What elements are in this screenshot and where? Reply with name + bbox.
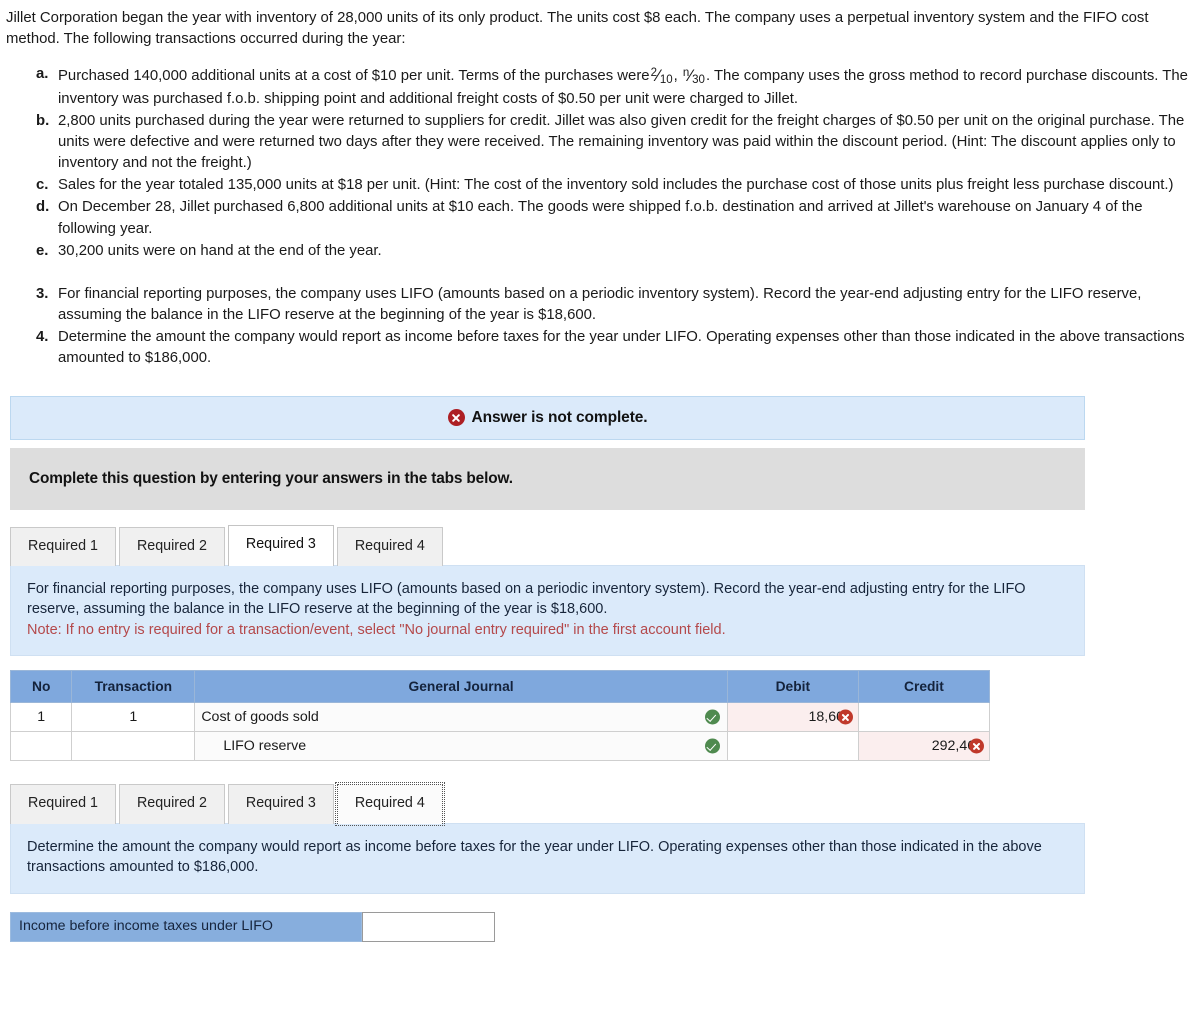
tab-required-2-bottom[interactable]: Required 2 bbox=[118, 784, 225, 824]
tab-label: Required 3 bbox=[245, 795, 316, 812]
cell-transaction bbox=[71, 731, 196, 762]
check-circle-icon bbox=[704, 738, 720, 754]
check-circle-icon bbox=[704, 709, 720, 725]
tab-required-3[interactable]: Required 3 bbox=[227, 524, 334, 566]
tab-required-1-bottom[interactable]: Required 1 bbox=[10, 784, 116, 824]
requirement-text-3: For financial reporting purposes, the co… bbox=[58, 285, 1142, 324]
problem-item-list: a. Purchased 140,000 additional units at … bbox=[36, 64, 1190, 262]
journal-entry-table-wrapper: No Transaction General Journal Debit Cre… bbox=[9, 670, 1200, 762]
cell-credit-input[interactable]: 292,460 bbox=[857, 731, 991, 762]
journal-entry-table: No Transaction General Journal Debit Cre… bbox=[9, 670, 991, 762]
status-banner-text: Answer is not complete. bbox=[471, 408, 648, 426]
tab-required-1[interactable]: Required 1 bbox=[10, 526, 116, 566]
column-header-credit: Credit bbox=[857, 670, 991, 704]
tab-bar-top: Required 1 Required 2 Required 3 Require… bbox=[10, 524, 1200, 566]
tab-required-3-bottom[interactable]: Required 3 bbox=[227, 784, 334, 824]
list-item: 3. For financial reporting purposes, the … bbox=[36, 284, 1190, 326]
item-text-b: 2,800 units purchased during the year we… bbox=[58, 112, 1185, 172]
table-header-row: No Transaction General Journal Debit Cre… bbox=[9, 670, 991, 704]
income-before-taxes-input[interactable] bbox=[363, 912, 494, 941]
item-label-a: a. bbox=[36, 66, 49, 83]
fraction-separator: , bbox=[673, 68, 678, 85]
tab-bar-bottom: Required 1 Required 2 Required 3 Require… bbox=[10, 782, 1200, 826]
required-3-text: For financial reporting purposes, the co… bbox=[27, 580, 1026, 618]
tab-label: Required 1 bbox=[28, 537, 98, 554]
x-circle-icon bbox=[969, 738, 984, 754]
problem-intro: Jillet Corporation began the year with i… bbox=[6, 10, 1149, 48]
cell-debit-input[interactable] bbox=[726, 731, 859, 762]
income-before-taxes-field[interactable] bbox=[362, 911, 495, 942]
tab-label: Required 2 bbox=[136, 795, 207, 812]
item-text-c: Sales for the year totaled 135,000 units… bbox=[58, 177, 1174, 194]
column-header-debit: Debit bbox=[726, 670, 859, 704]
status-banner: Answer is not complete. bbox=[10, 395, 1085, 440]
account-name: Cost of goods sold bbox=[201, 708, 319, 725]
problem-statement: Jillet Corporation began the year with i… bbox=[0, 0, 1200, 370]
item-label-e: e. bbox=[36, 242, 49, 259]
list-item: 4. Determine the amount the company would… bbox=[36, 327, 1190, 369]
list-item: d. On December 28, Jillet purchased 6,800… bbox=[36, 197, 1190, 239]
tab-label: Required 3 bbox=[245, 535, 316, 552]
instruction-band-text: Complete this question by entering your … bbox=[29, 469, 513, 487]
tab-label: Required 4 bbox=[354, 537, 425, 554]
requirement-label-3: 3. bbox=[36, 285, 49, 302]
required-4-text: Determine the amount the company would r… bbox=[27, 838, 1042, 876]
cell-account-select[interactable]: Cost of goods sold bbox=[194, 702, 728, 733]
tab-label: Required 2 bbox=[136, 537, 207, 554]
cell-no bbox=[9, 731, 73, 762]
cell-credit-input[interactable] bbox=[857, 702, 991, 733]
cell-transaction: 1 bbox=[71, 702, 196, 733]
instruction-band: Complete this question by entering your … bbox=[10, 447, 1085, 510]
tab-required-2[interactable]: Required 2 bbox=[118, 526, 225, 566]
x-circle-icon bbox=[447, 409, 465, 427]
list-item: c. Sales for the year totaled 135,000 uni… bbox=[36, 175, 1190, 196]
required-3-instructions: For financial reporting purposes, the co… bbox=[10, 564, 1085, 657]
income-before-taxes-label: Income before income taxes under LIFO bbox=[10, 911, 362, 942]
requirement-text-4: Determine the amount the company would r… bbox=[58, 329, 1185, 367]
table-row: 1 1 Cost of goods sold 18,600 bbox=[9, 702, 991, 733]
account-name: LIFO reserve bbox=[223, 737, 307, 754]
required-4-instructions: Determine the amount the company would r… bbox=[10, 822, 1085, 894]
tab-required-4-bottom[interactable]: Required 4 bbox=[334, 782, 445, 826]
table-row: LIFO reserve 292,460 bbox=[9, 731, 991, 762]
cell-debit-input[interactable]: 18,600 bbox=[726, 702, 859, 733]
item-label-b: b. bbox=[36, 112, 50, 129]
item-label-d: d. bbox=[36, 199, 50, 216]
tab-label: Required 1 bbox=[28, 795, 98, 812]
tab-label: Required 4 bbox=[354, 795, 425, 812]
x-circle-icon bbox=[837, 709, 853, 725]
column-header-general-journal: General Journal bbox=[194, 670, 728, 704]
column-header-no: No bbox=[9, 670, 73, 704]
item-label-c: c. bbox=[36, 177, 49, 194]
requirement-label-4: 4. bbox=[36, 329, 49, 346]
income-before-taxes-row: Income before income taxes under LIFO bbox=[10, 911, 495, 942]
item-text-d: On December 28, Jillet purchased 6,800 a… bbox=[58, 199, 1143, 237]
fraction-denominator: 30 bbox=[692, 74, 705, 87]
requirement-list: 3. For financial reporting purposes, the … bbox=[36, 284, 1190, 370]
cell-account-select[interactable]: LIFO reserve bbox=[194, 731, 728, 762]
item-text-e: 30,200 units were on hand at the end of … bbox=[58, 242, 382, 259]
column-header-transaction: Transaction bbox=[71, 670, 196, 704]
list-item: e. 30,200 units were on hand at the end o… bbox=[36, 241, 1190, 262]
required-3-note: Note: If no entry is required for a tran… bbox=[27, 621, 726, 638]
list-item: a. Purchased 140,000 additional units at … bbox=[36, 64, 1190, 109]
fraction-2-10: 2⁄10 bbox=[650, 64, 674, 88]
list-item: b. 2,800 units purchased during the year … bbox=[36, 111, 1190, 174]
fraction-n-30: n⁄30 bbox=[682, 64, 706, 88]
tab-required-4[interactable]: Required 4 bbox=[336, 526, 443, 566]
item-text-a-before: Purchased 140,000 additional units at a … bbox=[58, 68, 650, 85]
cell-no: 1 bbox=[9, 702, 73, 733]
fraction-denominator: 10 bbox=[659, 74, 673, 87]
